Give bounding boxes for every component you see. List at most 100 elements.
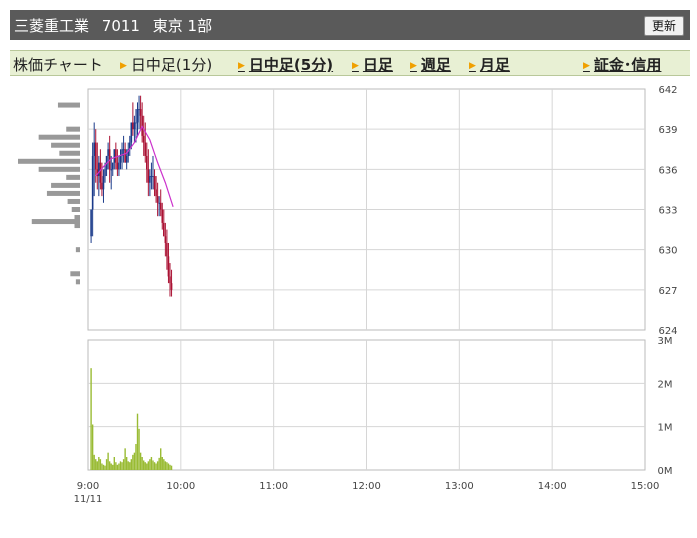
volume-bar (135, 444, 137, 470)
candle-body (132, 122, 134, 130)
candle-body (147, 169, 150, 183)
candle-body (90, 209, 92, 237)
volume-tick-label: 0M (658, 466, 673, 477)
volume-bar (127, 461, 129, 470)
price-volume-bar (38, 166, 80, 172)
price-tick-label: 642 (658, 85, 677, 96)
price-volume-bar (70, 271, 80, 277)
volume-bar (152, 460, 154, 470)
x-tick-label: 12:00 (352, 481, 381, 492)
volume-bar (166, 462, 168, 470)
candle-body (150, 176, 153, 178)
price-volume-bar (51, 182, 80, 188)
volume-bar (118, 463, 120, 470)
candle-body (133, 122, 136, 130)
volume-bar (150, 457, 153, 470)
candle-body (136, 109, 139, 123)
volume-bar (121, 462, 123, 470)
x-tick-label: 9:00 (77, 481, 99, 492)
volume-bar (132, 454, 134, 470)
x-tick-label: 14:00 (538, 481, 567, 492)
volume-bar (136, 413, 139, 470)
volume-bar (96, 461, 98, 470)
volume-bar (156, 461, 159, 470)
candle-body (139, 109, 142, 116)
candle-body (91, 155, 94, 210)
volume-bar (99, 459, 102, 470)
price-tick-label: 633 (658, 206, 677, 217)
candle-body (135, 122, 137, 124)
candle-body (130, 122, 133, 143)
candle-body (155, 189, 157, 197)
x-tick-label: 15:00 (631, 481, 660, 492)
volume-bar (167, 463, 170, 470)
volume-bar (95, 459, 97, 470)
intraday-chart: 9:00 10:00 11:00 12:00 13:00 14:00 15:00 11/11 6… (18, 85, 678, 505)
volume-bar (169, 464, 171, 470)
candle-body (138, 109, 140, 111)
volume-bar (102, 464, 105, 470)
candle-body (158, 202, 160, 204)
volume-bar (164, 461, 167, 470)
candle-body (94, 142, 97, 170)
volume-bar (146, 463, 148, 470)
candle-body (159, 202, 162, 210)
volume-bar (161, 457, 163, 470)
volume-bar (160, 448, 162, 470)
candle-body (110, 169, 113, 171)
price-volume-bar (46, 190, 80, 196)
candle-body (142, 135, 145, 143)
volume-bar (133, 452, 136, 470)
price-tick-label: 636 (658, 165, 677, 176)
candle-body (102, 176, 105, 190)
volume-bar (110, 463, 112, 470)
price-volume-bar (57, 102, 80, 108)
date-label: 11/11 (74, 494, 103, 505)
candle-body (116, 162, 119, 170)
volume-bar (115, 462, 117, 470)
candle-body (149, 176, 151, 183)
volume-bar (122, 459, 125, 470)
volume-bar (124, 448, 126, 470)
price-volume-bar (51, 142, 80, 148)
volume-bar (105, 459, 108, 470)
candle-body (152, 176, 154, 178)
candle-body (166, 242, 168, 257)
price-volume-bar (75, 247, 80, 253)
price-volume-bar (74, 223, 80, 229)
volume-bar (112, 464, 114, 470)
volume-bar (125, 457, 128, 470)
candle-body (164, 236, 167, 243)
volume-bar (163, 459, 165, 470)
candle-body (169, 276, 171, 284)
candle-body (115, 149, 117, 163)
price-volume-bar (59, 150, 80, 156)
candle-body (170, 283, 173, 290)
candle-body (99, 162, 102, 183)
price-tick-label: 627 (658, 286, 677, 297)
candle-body (156, 196, 159, 203)
volume-tick-label: 3M (658, 336, 673, 347)
x-tick-label: 11:00 (259, 481, 288, 492)
volume-bar (101, 463, 103, 470)
volume-bar (107, 452, 109, 470)
candle-body (124, 149, 126, 163)
candle-body (98, 162, 100, 177)
volume-bar (93, 454, 95, 470)
volume-bar (108, 461, 111, 470)
price-volume-bar (67, 198, 80, 204)
candle-body (107, 149, 109, 156)
candle-body (113, 149, 116, 163)
volume-bar (104, 465, 106, 470)
candle-body (122, 149, 125, 151)
price-tick-label: 639 (658, 125, 677, 136)
price-volume-bar (31, 219, 80, 225)
price-volume-bar (18, 158, 80, 164)
candle-body (119, 155, 122, 163)
x-tick-label: 13:00 (445, 481, 474, 492)
volume-bar (139, 452, 142, 470)
volume-bar (98, 457, 100, 470)
volume-bar (149, 459, 151, 470)
volume-bar (153, 462, 156, 470)
candle-body (111, 162, 114, 170)
